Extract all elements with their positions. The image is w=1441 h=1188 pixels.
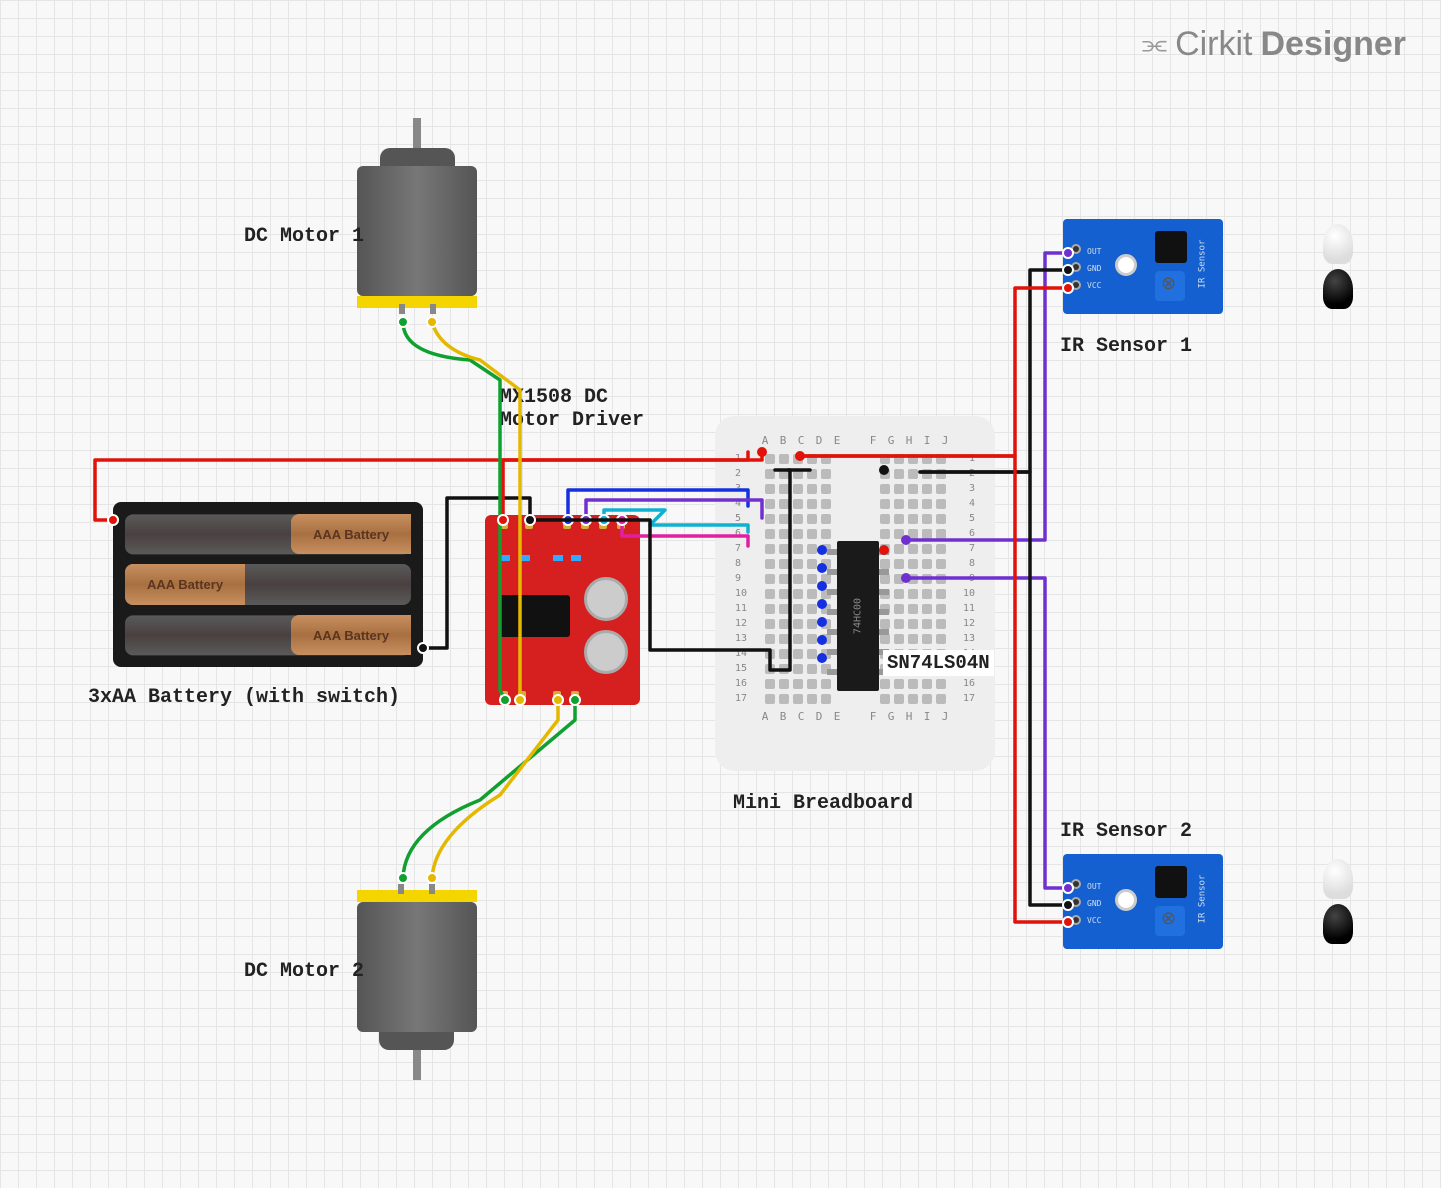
battery-label: 3xAA Battery (with switch) [88, 686, 400, 709]
dc-motor-1[interactable] [357, 118, 477, 318]
bb-col-labels-bottom: ABCDE FGHIJ [733, 704, 977, 729]
driver-label: MX1508 DC Motor Driver [500, 386, 644, 432]
ir2-label: IR Sensor 2 [1060, 820, 1192, 843]
logo: ⫘ Cirkit Designer [1142, 25, 1406, 64]
dc-motor-2[interactable] [357, 880, 477, 1080]
logo-text-designer: Designer [1261, 25, 1407, 64]
breadboard-label: Mini Breadboard [733, 792, 913, 815]
logo-icon: ⫘ [1142, 28, 1167, 61]
motor2-label: DC Motor 2 [244, 960, 364, 983]
ir1-label: IR Sensor 1 [1060, 335, 1192, 358]
motor1-label: DC Motor 1 [244, 225, 364, 248]
ir-sensor-2[interactable]: OUT GND VCC IR Sensor [1063, 854, 1293, 949]
ic-label: SN74LS04N [883, 650, 994, 676]
ic-chip[interactable]: 74HC00 [837, 541, 879, 691]
battery-pack[interactable]: AAA Battery AAA Battery AAA Battery [113, 502, 423, 667]
logo-text-cirkit: Cirkit [1175, 25, 1252, 64]
ir-sensor-1[interactable]: OUT GND VCC IR Sensor [1063, 219, 1293, 314]
bb-col-labels-top: ABCDE FGHIJ [733, 434, 977, 453]
motor-driver[interactable] [485, 515, 640, 705]
breadboard[interactable]: ABCDE FGHIJ 1122334455667788991010111112… [715, 416, 995, 771]
